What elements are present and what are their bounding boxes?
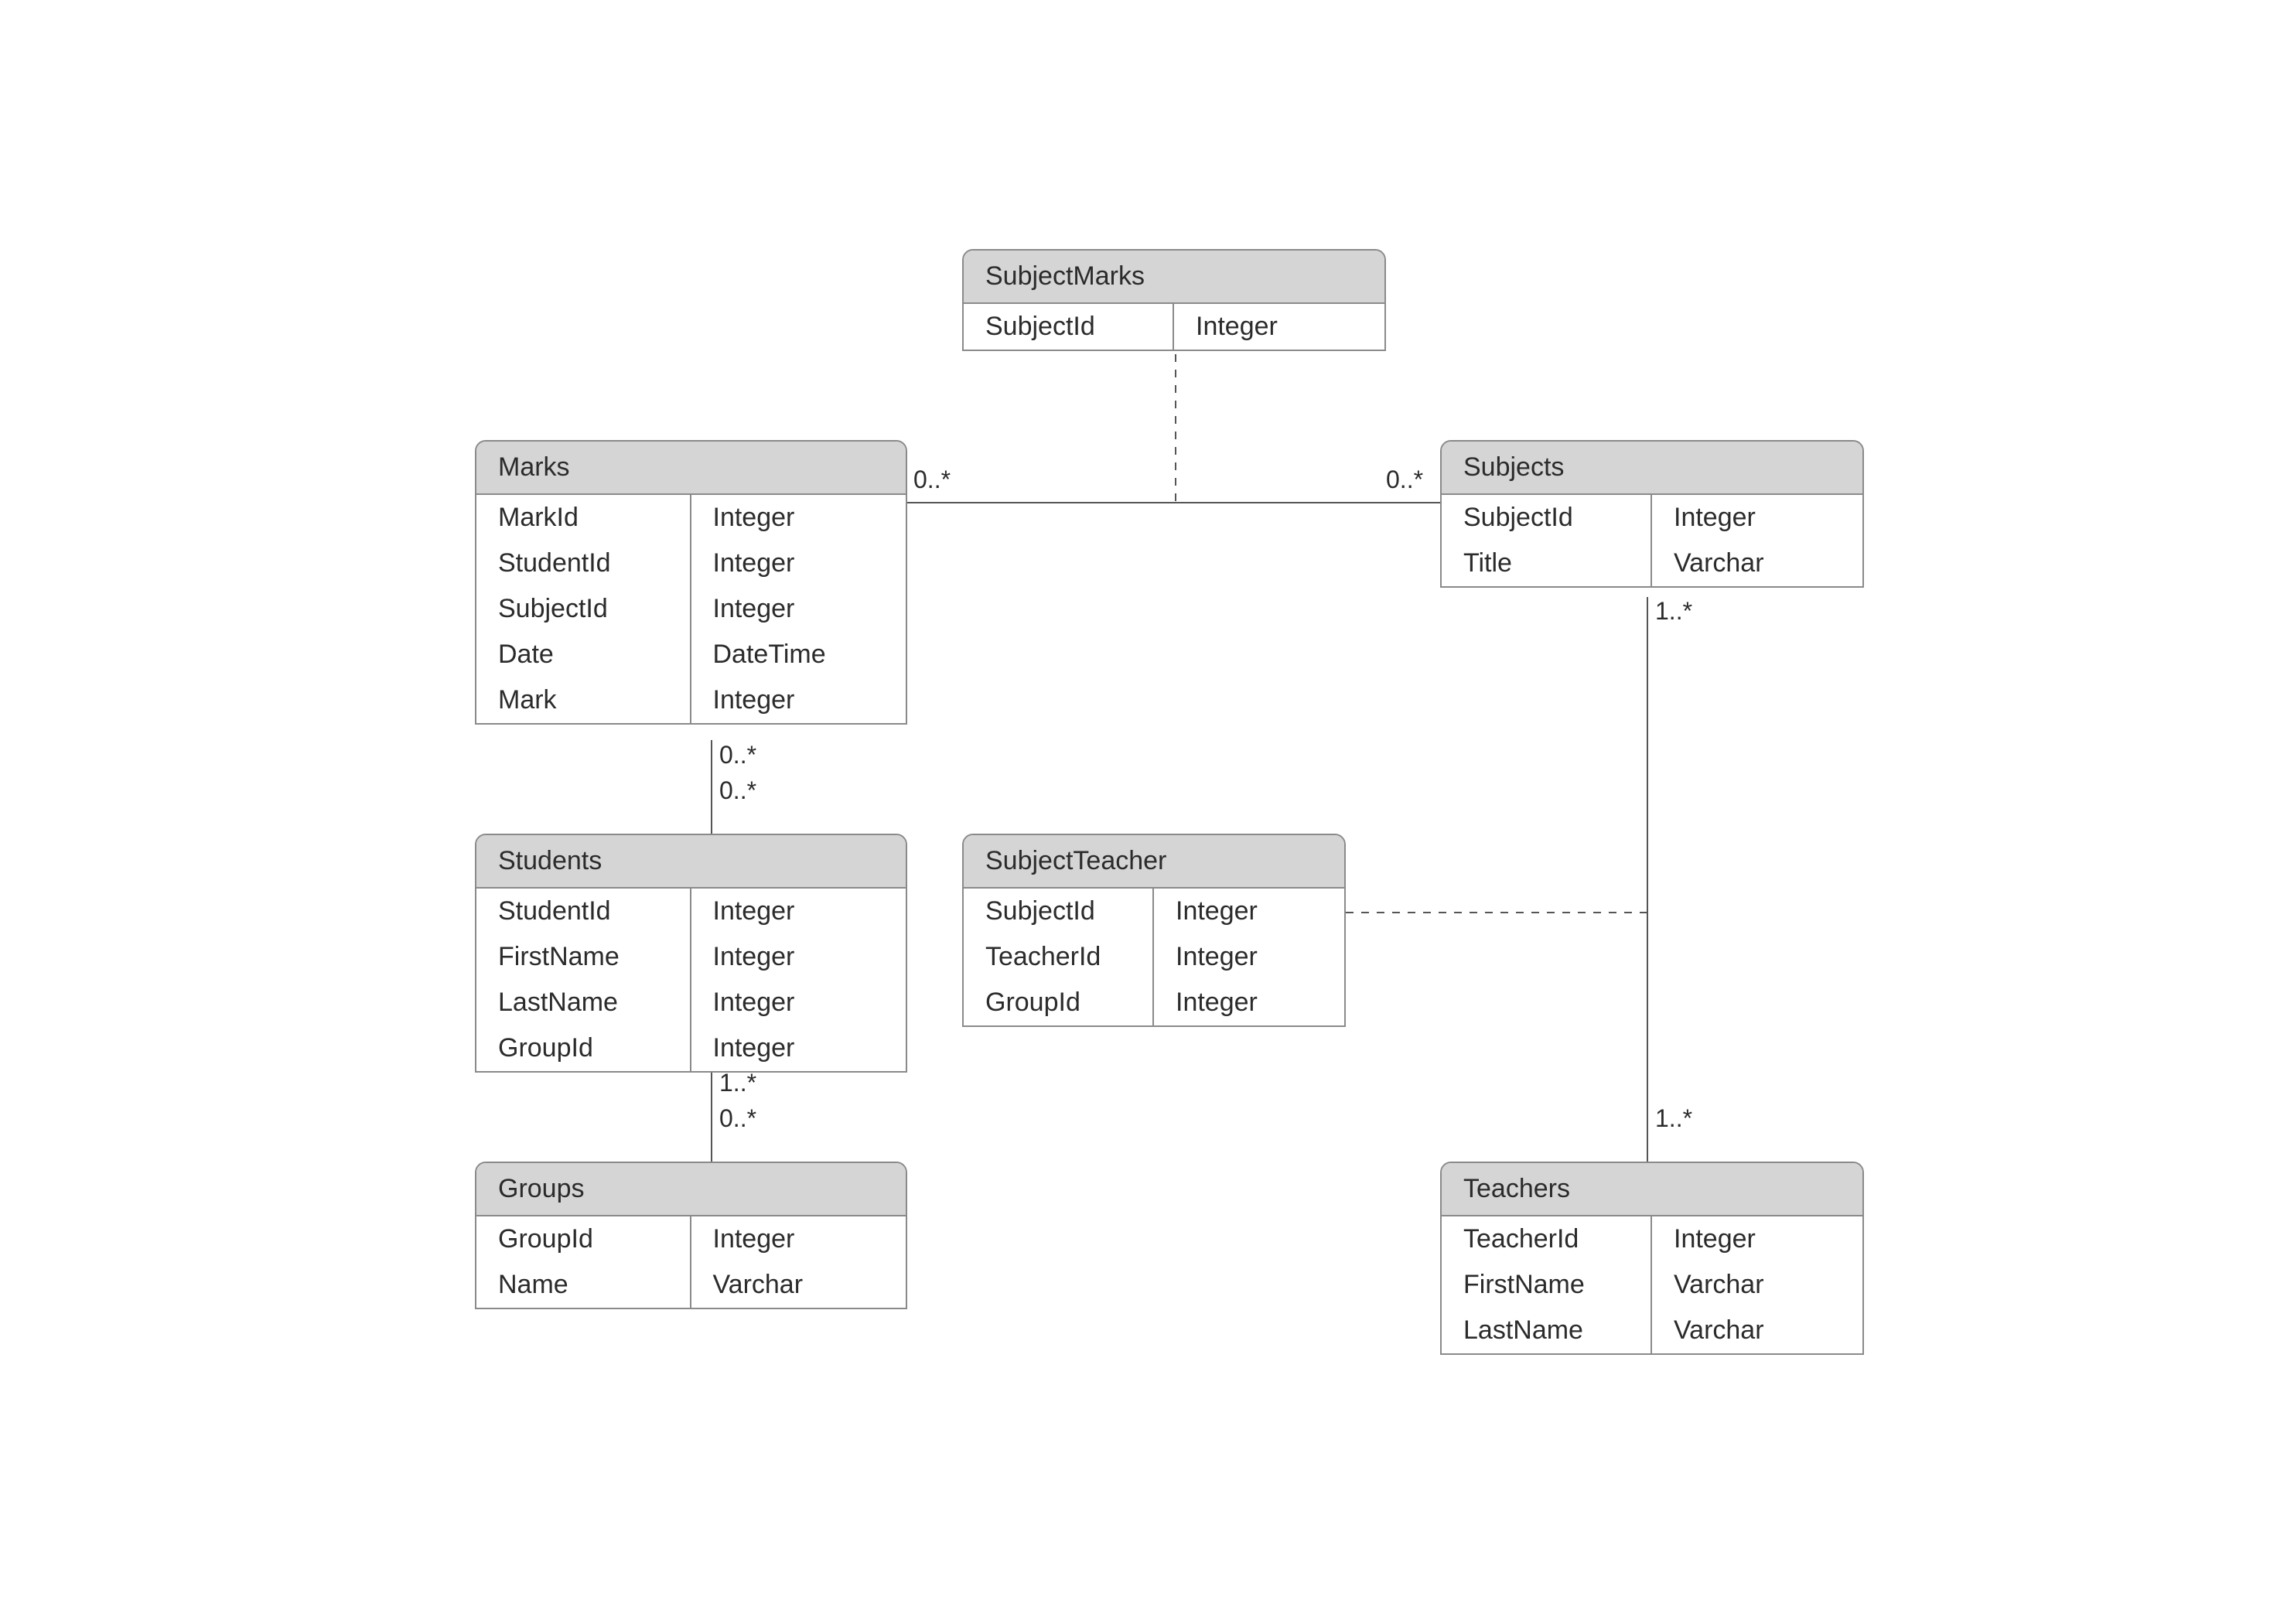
attr-name: GroupId: [476, 1216, 690, 1262]
mult-marks-right: 0..*: [913, 466, 951, 494]
mult-students-bot: 1..*: [719, 1069, 756, 1097]
entity-subjectteacher: SubjectTeacher SubjectId TeacherId Group…: [962, 834, 1346, 1027]
attr-type: DateTime: [691, 632, 906, 677]
attr-type: Integer: [691, 677, 906, 723]
attr-name: SubjectId: [964, 304, 1173, 350]
attr-name: LastName: [1442, 1308, 1651, 1353]
entity-title: Subjects: [1442, 442, 1862, 495]
attr-type: Varchar: [1652, 1262, 1862, 1308]
mult-groups-top: 0..*: [719, 1104, 756, 1133]
er-diagram-canvas: SubjectMarks SubjectId Integer Marks Mar…: [0, 0, 2294, 1624]
entity-subjectmarks: SubjectMarks SubjectId Integer: [962, 249, 1386, 351]
entity-title: SubjectTeacher: [964, 835, 1344, 889]
attr-type: Integer: [691, 1025, 906, 1071]
attr-name: Name: [476, 1262, 690, 1308]
attr-name: Mark: [476, 677, 690, 723]
entity-students: Students StudentId FirstName LastName Gr…: [475, 834, 907, 1073]
attr-name: StudentId: [476, 541, 690, 586]
attr-name: GroupId: [964, 980, 1152, 1025]
entity-title: Groups: [476, 1163, 906, 1216]
entity-title: Teachers: [1442, 1163, 1862, 1216]
attr-name: SubjectId: [476, 586, 690, 632]
attr-type: Integer: [1154, 980, 1344, 1025]
mult-teachers-top: 1..*: [1655, 1104, 1692, 1133]
entity-title: SubjectMarks: [964, 251, 1384, 304]
mult-marks-bot: 0..*: [719, 741, 756, 769]
entity-teachers: Teachers TeacherId FirstName LastName In…: [1440, 1162, 1864, 1355]
mult-students-top: 0..*: [719, 776, 756, 805]
connector-lines: [0, 0, 2294, 1624]
attr-name: TeacherId: [1442, 1216, 1651, 1262]
attr-type: Integer: [1652, 495, 1862, 541]
mult-subjects-left: 0..*: [1386, 466, 1423, 494]
entity-title: Marks: [476, 442, 906, 495]
entity-subjects: Subjects SubjectId Title Integer Varchar: [1440, 440, 1864, 588]
attr-name: StudentId: [476, 889, 690, 934]
attr-type: Integer: [691, 495, 906, 541]
attr-type: Integer: [1652, 1216, 1862, 1262]
attr-name: FirstName: [1442, 1262, 1651, 1308]
attr-name: SubjectId: [1442, 495, 1651, 541]
attr-type: Integer: [691, 980, 906, 1025]
attr-name: TeacherId: [964, 934, 1152, 980]
attr-name: SubjectId: [964, 889, 1152, 934]
attr-name: LastName: [476, 980, 690, 1025]
attr-type: Integer: [691, 889, 906, 934]
entity-marks: Marks MarkId StudentId SubjectId Date Ma…: [475, 440, 907, 725]
attr-name: GroupId: [476, 1025, 690, 1071]
attr-type: Varchar: [691, 1262, 906, 1308]
attr-name: FirstName: [476, 934, 690, 980]
attr-type: Integer: [1174, 304, 1384, 350]
attr-type: Varchar: [1652, 541, 1862, 586]
attr-name: MarkId: [476, 495, 690, 541]
entity-title: Students: [476, 835, 906, 889]
attr-name: Date: [476, 632, 690, 677]
attr-type: Varchar: [1652, 1308, 1862, 1353]
attr-type: Integer: [691, 1216, 906, 1262]
attr-type: Integer: [691, 934, 906, 980]
attr-name: Title: [1442, 541, 1651, 586]
entity-groups: Groups GroupId Name Integer Varchar: [475, 1162, 907, 1309]
attr-type: Integer: [1154, 934, 1344, 980]
attr-type: Integer: [1154, 889, 1344, 934]
attr-type: Integer: [691, 541, 906, 586]
attr-type: Integer: [691, 586, 906, 632]
mult-subjects-bot: 1..*: [1655, 597, 1692, 626]
